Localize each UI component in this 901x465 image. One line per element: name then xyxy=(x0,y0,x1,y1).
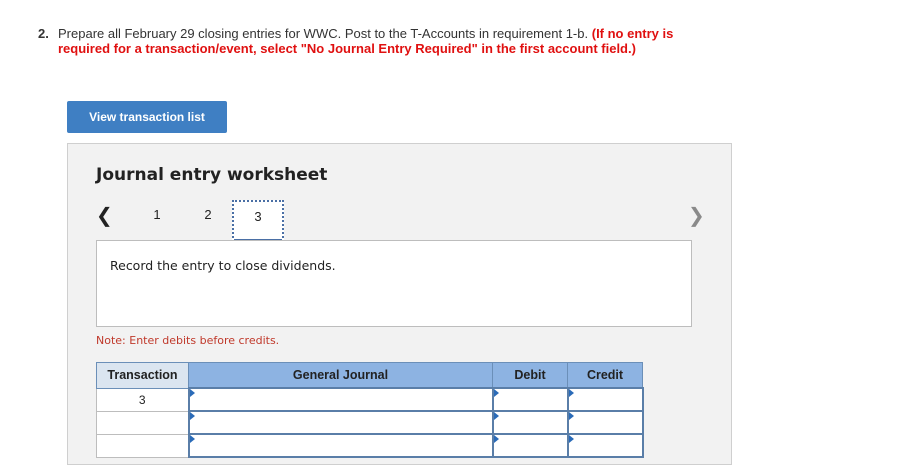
col-header-credit: Credit xyxy=(567,362,643,389)
credit-field[interactable] xyxy=(566,410,644,435)
page-3-tab[interactable]: 3 xyxy=(232,200,284,242)
journal-table: Transaction General Journal Debit Credit… xyxy=(96,362,644,458)
chevron-right-icon[interactable]: ❯ xyxy=(688,203,705,227)
col-header-transaction: Transaction xyxy=(96,362,189,389)
table-row xyxy=(96,410,644,435)
question-number: 2. xyxy=(38,26,49,41)
transaction-cell xyxy=(96,410,189,435)
debit-field[interactable] xyxy=(491,387,569,412)
account-field[interactable] xyxy=(187,387,494,412)
page-1-tab[interactable]: 1 xyxy=(149,207,165,222)
question-body: Prepare all February 29 closing entries … xyxy=(58,26,678,56)
worksheet-title: Journal entry worksheet xyxy=(96,165,328,185)
table-row: 3 xyxy=(96,387,644,412)
credit-field[interactable] xyxy=(566,387,644,412)
view-transaction-list-button[interactable]: View transaction list xyxy=(67,101,227,133)
account-field[interactable] xyxy=(187,410,494,435)
note-text: Note: Enter debits before credits. xyxy=(96,334,280,347)
instruction-text: Record the entry to close dividends. xyxy=(110,258,336,273)
debit-field[interactable] xyxy=(491,410,569,435)
page-3-label: 3 xyxy=(254,209,262,224)
instruction-box: Record the entry to close dividends. xyxy=(96,240,692,327)
chevron-left-icon[interactable]: ❮ xyxy=(96,203,113,227)
question: 2. Prepare all February 29 closing entri… xyxy=(38,26,678,56)
col-header-debit: Debit xyxy=(492,362,568,389)
page-2-tab[interactable]: 2 xyxy=(200,207,216,222)
journal-worksheet-panel: Journal entry worksheet ❮ 1 2 3 ❯ Record… xyxy=(67,143,732,465)
col-header-general-journal: General Journal xyxy=(188,362,493,389)
transaction-cell: 3 xyxy=(96,387,189,412)
journal-header-row: Transaction General Journal Debit Credit xyxy=(96,362,643,389)
question-text: Prepare all February 29 closing entries … xyxy=(58,26,589,41)
